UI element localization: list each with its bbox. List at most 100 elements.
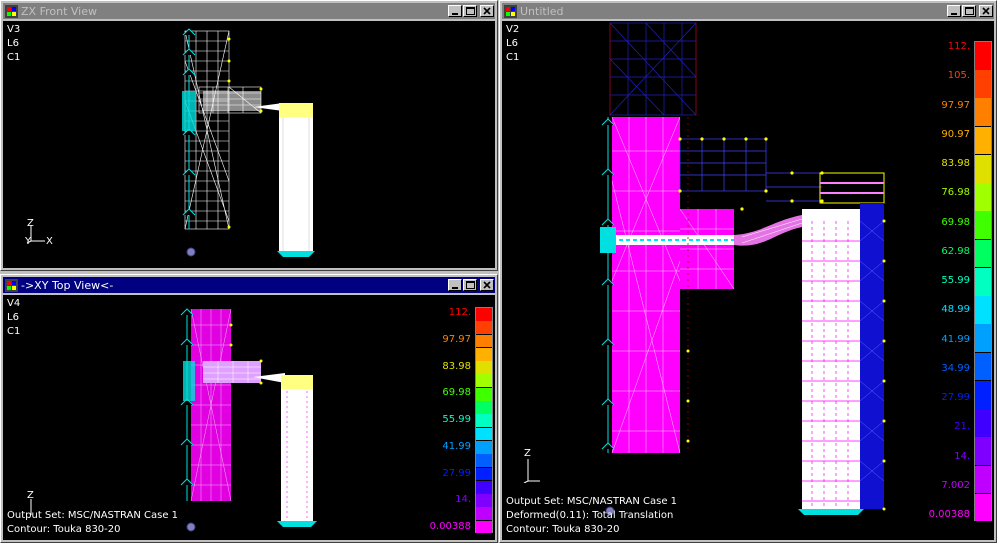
legend-swatch (975, 437, 991, 467)
legend-label: 34.99 (941, 362, 970, 374)
minimize-icon (452, 287, 458, 289)
legend-swatch (975, 324, 991, 354)
legend-label: 0.00388 (429, 521, 471, 532)
untitled-view-window[interactable]: Untitled V2 L6 C1 Z Output Set: MSC/NAST… (499, 0, 997, 543)
close-button[interactable] (480, 279, 494, 291)
legend-swatch (476, 480, 492, 495)
legend-swatch (975, 239, 991, 269)
legend-label: 41.99 (442, 440, 471, 452)
minimize-button[interactable] (947, 5, 961, 17)
legend-label: 97.97 (941, 99, 970, 111)
legend-swatch (476, 361, 492, 375)
triad-x-label: X (46, 236, 53, 247)
window-title: ->XY Top View<- (21, 278, 114, 292)
legend-label: 90.97 (941, 128, 970, 140)
legend-swatch (975, 409, 991, 438)
legend-swatch (476, 387, 492, 402)
legend-label: 105. (947, 70, 970, 82)
coordinate-triad: Z Y X (25, 218, 65, 249)
legend-swatch (476, 308, 492, 322)
legend-label: 7.002 (941, 479, 970, 491)
maximize-button[interactable] (962, 5, 976, 17)
legend-label: 69.98 (941, 216, 970, 228)
close-icon (483, 7, 491, 15)
minimize-button[interactable] (448, 5, 462, 17)
window-title: ZX Front View (21, 4, 97, 18)
xy-viewport[interactable]: V4 L6 C1 Z Output Set: MSC/NASTRAN Case … (3, 295, 495, 540)
close-button[interactable] (979, 5, 993, 17)
legend-swatch (975, 380, 991, 410)
window-title: Untitled (520, 4, 564, 18)
legend-label: 112. (947, 41, 970, 52)
contour-legend: 112. 97.97 83.98 69.98 55.99 41.99 27.99 14. 0.0… (3, 295, 495, 540)
legend-swatch (975, 352, 991, 382)
contour-legend: 112. 105. 97.97 90.97 83.98 76.98 69.98 62.98 55… (502, 21, 994, 540)
zx-viewport[interactable]: V3 L6 C1 Z Y X (3, 21, 495, 268)
legend-swatch (975, 70, 991, 99)
legend-swatch (975, 42, 991, 71)
legend-label: 48.99 (941, 304, 970, 316)
legend-swatch (975, 465, 991, 495)
legend-swatch (476, 467, 492, 482)
legend-swatch (975, 154, 991, 184)
legend-label: 27.99 (442, 467, 471, 479)
legend-label: 83.98 (941, 158, 970, 169)
zx-model-mesh (182, 28, 315, 257)
minimize-icon (951, 13, 957, 15)
legend-label: 0.00388 (928, 509, 970, 520)
legend-swatch (476, 374, 492, 389)
legend-swatch (476, 454, 492, 469)
xy-title-bar[interactable]: ->XY Top View<- (3, 277, 495, 293)
close-icon (483, 281, 491, 289)
minimize-icon (452, 13, 458, 15)
legend-label: 97.97 (442, 333, 471, 345)
legend-label: 112. (448, 307, 471, 318)
legend-swatch (476, 401, 492, 415)
legend-swatch (476, 414, 492, 429)
legend-swatch (975, 296, 991, 325)
triad-z-label: Z (27, 218, 34, 229)
legend-swatch (975, 183, 991, 212)
maximize-icon (465, 7, 475, 15)
minimize-button[interactable] (448, 279, 462, 291)
maximize-button[interactable] (463, 5, 477, 17)
legend-swatch (975, 493, 991, 523)
legend-label: 76.98 (941, 187, 970, 199)
legend-swatch (975, 126, 991, 156)
maximize-icon (465, 281, 475, 289)
legend-swatch (476, 520, 492, 535)
close-icon (982, 7, 990, 15)
maximize-icon (964, 7, 974, 15)
legend-swatch (975, 98, 991, 128)
untitled-viewport[interactable]: V2 L6 C1 Z Output Set: MSC/NASTRAN Case … (502, 21, 994, 540)
legend-label: 14. (455, 494, 471, 506)
legend-swatch (975, 267, 991, 297)
close-button[interactable] (480, 5, 494, 17)
legend-label: 55.99 (442, 414, 471, 425)
app-icon (5, 278, 18, 292)
legend-label: 62.98 (941, 245, 970, 257)
zx-front-view-window[interactable]: ZX Front View V3 L6 C1 Z Y X (0, 0, 498, 271)
legend-label: 55.99 (941, 275, 970, 286)
legend-label: 41.99 (941, 333, 970, 345)
legend-color-bar (974, 41, 992, 523)
legend-swatch (476, 427, 492, 442)
legend-swatch (476, 334, 492, 349)
legend-label: 83.98 (442, 360, 471, 372)
legend-label: 21. (954, 421, 970, 433)
legend-color-bar (475, 307, 493, 535)
app-icon (5, 4, 18, 18)
legend-swatch (476, 494, 492, 508)
legend-swatch (476, 321, 492, 336)
app-icon (504, 4, 517, 18)
legend-label: 69.98 (442, 387, 471, 399)
legend-swatch (476, 440, 492, 455)
triad-y-label: Y (25, 236, 32, 247)
legend-swatch (476, 507, 492, 522)
xy-top-view-window[interactable]: ->XY Top View<- V4 L6 C1 Z Output Set: M… (0, 274, 498, 543)
legend-label: 14. (954, 450, 970, 462)
legend-swatch (476, 347, 492, 362)
zx-title-bar[interactable]: ZX Front View (3, 3, 495, 19)
untitled-title-bar[interactable]: Untitled (502, 3, 994, 19)
maximize-button[interactable] (463, 279, 477, 291)
